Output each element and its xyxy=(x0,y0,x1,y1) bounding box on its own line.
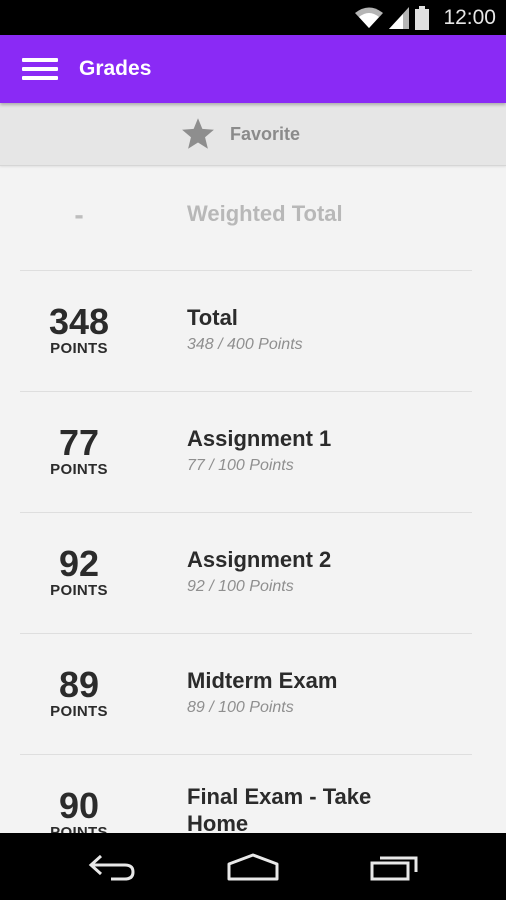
grade-title: Final Exam - Take Home xyxy=(187,784,372,833)
menu-icon[interactable] xyxy=(16,51,60,87)
grade-row-total[interactable]: 348 POINTS Total 348 / 400 Points xyxy=(0,271,506,392)
grade-info: Assignment 1 77 / 100 Points xyxy=(187,425,466,476)
favorite-label: Favorite xyxy=(229,123,301,144)
weighted-total-label: Weighted Total xyxy=(187,201,343,226)
star-icon xyxy=(182,118,214,149)
home-icon xyxy=(227,853,279,881)
grade-detail: 77 / 100 Points xyxy=(187,457,294,474)
score-unit: POINTS xyxy=(50,703,108,720)
wifi-icon xyxy=(355,7,384,28)
score-unit: POINTS xyxy=(50,340,108,357)
score-unit: POINTS xyxy=(50,582,108,599)
score-value: 92 xyxy=(58,543,100,584)
score-unit: POINTS xyxy=(50,824,108,833)
status-icons: 12:00 xyxy=(355,6,496,30)
status-time: 12:00 xyxy=(443,6,496,29)
grade-info: Total 348 / 400 Points xyxy=(187,304,466,355)
score-value: 348 xyxy=(48,301,110,342)
grade-info: Assignment 2 92 / 100 Points xyxy=(187,546,466,597)
score-unit: POINTS xyxy=(50,461,108,478)
grade-row-final-exam[interactable]: 90 POINTS Final Exam - Take Home xyxy=(0,755,506,833)
grade-row-midterm-exam[interactable]: 89 POINTS Midterm Exam 89 / 100 Points xyxy=(0,634,506,755)
grade-info: Midterm Exam 89 / 100 Points xyxy=(187,667,466,718)
weighted-total-info: Weighted Total xyxy=(187,200,466,227)
grade-title: Assignment 2 xyxy=(187,547,332,572)
home-button[interactable] xyxy=(213,845,293,889)
grade-row-assignment-2[interactable]: 92 POINTS Assignment 2 92 / 100 Points xyxy=(0,513,506,634)
score-column: 89 POINTS xyxy=(20,667,138,721)
grades-list[interactable]: - Weighted Total 348 POINTS Total 348 / … xyxy=(0,166,506,833)
weighted-total-value: - xyxy=(74,199,84,230)
grade-detail: 348 / 400 Points xyxy=(187,336,303,353)
score-value: 90 xyxy=(58,785,100,826)
weighted-total-score: - xyxy=(20,197,138,233)
signal-icon xyxy=(389,7,410,29)
navigation-bar xyxy=(0,833,506,900)
page-title: Grades xyxy=(79,57,152,80)
score-column: 90 POINTS xyxy=(20,785,138,834)
back-icon xyxy=(88,854,135,881)
favorite-button[interactable]: Favorite xyxy=(0,103,506,166)
battery-icon xyxy=(415,6,430,30)
status-bar: 12:00 xyxy=(0,0,506,35)
back-button[interactable] xyxy=(72,845,152,889)
weighted-total-row: - Weighted Total xyxy=(0,166,506,271)
score-column: 77 POINTS xyxy=(20,425,138,479)
score-value: 77 xyxy=(58,422,100,463)
score-value: 89 xyxy=(58,664,100,705)
grade-detail: 92 / 100 Points xyxy=(187,578,294,595)
recents-icon xyxy=(370,856,418,881)
grade-detail: 89 / 100 Points xyxy=(187,699,294,716)
grade-title: Total xyxy=(187,305,238,330)
recents-button[interactable] xyxy=(354,845,434,889)
score-column: 92 POINTS xyxy=(20,546,138,600)
grade-info: Final Exam - Take Home xyxy=(187,783,396,833)
grade-row-assignment-1[interactable]: 77 POINTS Assignment 1 77 / 100 Points xyxy=(0,392,506,513)
grade-title: Assignment 1 xyxy=(187,426,332,451)
score-column: 348 POINTS xyxy=(20,304,138,358)
grade-title: Midterm Exam xyxy=(187,668,338,693)
app-bar: Grades xyxy=(0,35,506,103)
